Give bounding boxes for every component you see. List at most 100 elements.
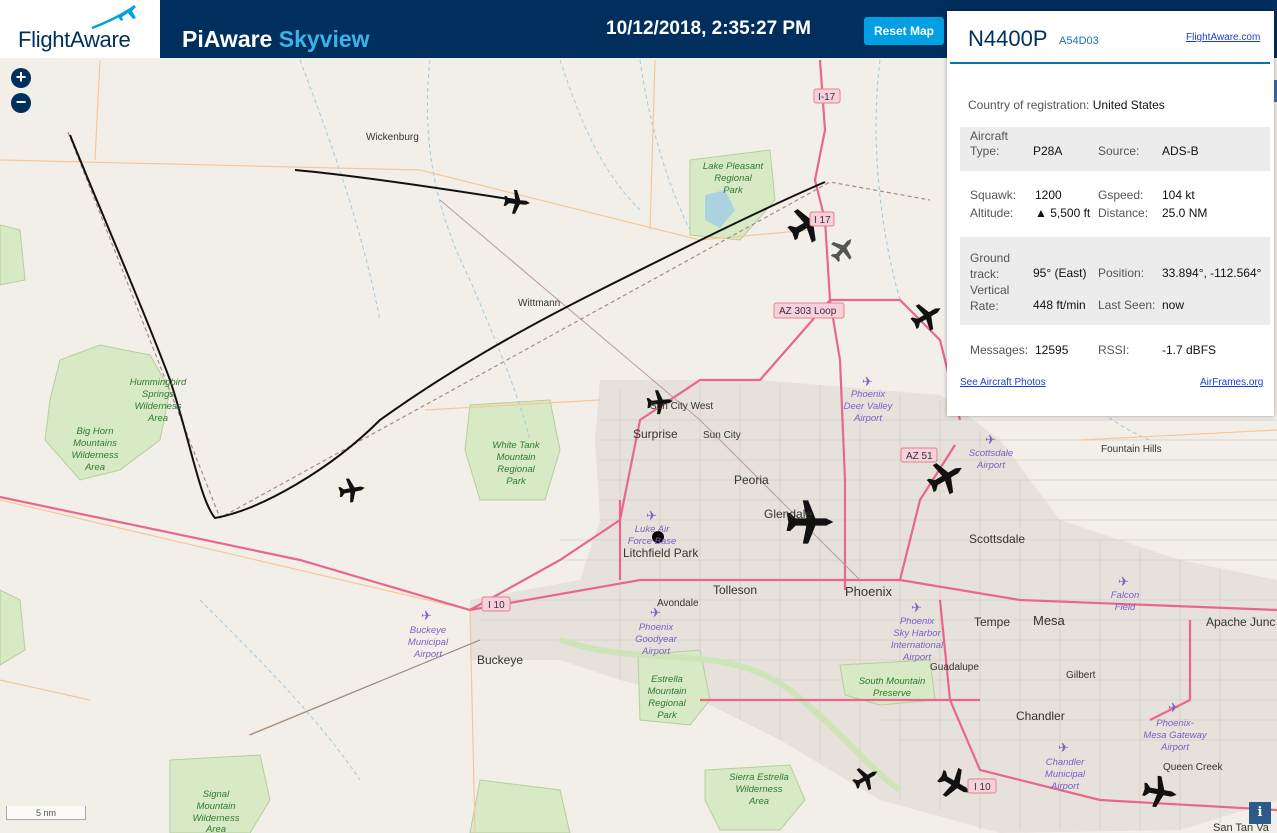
- airport-icon: ✈: [985, 432, 996, 447]
- track-label-1: Ground: [970, 251, 1011, 265]
- place-buckeye: Buckeye: [477, 653, 523, 667]
- panel-divider: [950, 62, 1270, 64]
- park-big-horn-2: Mountains: [73, 438, 117, 449]
- messages-value: 12595: [1035, 343, 1069, 357]
- place-avondale: Avondale: [657, 598, 699, 609]
- airport-mesa-gateway-2: Mesa Gateway: [1143, 730, 1208, 741]
- park-white-tank-1: White Tank: [492, 440, 540, 451]
- airport-goodyear-1: Phoenix: [639, 622, 675, 633]
- airport-deer-valley-1: Phoenix: [851, 389, 887, 400]
- airport-sky-harbor-4: Airport: [902, 652, 931, 663]
- squawk-value: 1200: [1035, 188, 1062, 202]
- airport-luke-2: Force Base: [628, 536, 677, 547]
- altitude-value: ▲ 5,500 ft: [1035, 206, 1091, 220]
- park-estrella-1: Estrella: [651, 674, 683, 685]
- park-signal-3: Wilderness: [193, 813, 240, 824]
- park-hummingbird-3: Wilderness: [135, 401, 182, 412]
- park-hummingbird-4: Area: [147, 413, 168, 424]
- airport-deer-valley-3: Airport: [853, 413, 882, 424]
- shield-i10-west: I 10: [488, 600, 505, 611]
- zoom-in-button[interactable]: +: [11, 68, 31, 88]
- scale-bar: 5 nm: [6, 806, 86, 820]
- vrate-label-2: Rate:: [970, 299, 999, 313]
- aircraft-icao: A54D03: [1059, 35, 1099, 47]
- place-apache-junction: Apache Junc: [1206, 615, 1275, 629]
- airport-chandler-3: Airport: [1050, 781, 1079, 792]
- place-surprise: Surprise: [633, 427, 678, 441]
- airport-sky-harbor-3: International: [891, 640, 944, 651]
- aircraft-type-value: P28A: [1033, 144, 1063, 158]
- park-south-mountain-1: South Mountain: [859, 676, 926, 687]
- place-peoria: Peoria: [734, 473, 769, 487]
- park-sierra-estrella-1: Sierra Estrella: [729, 772, 789, 783]
- shield-i17-south: I 17: [814, 215, 831, 226]
- zoom-out-button[interactable]: −: [11, 93, 31, 113]
- airport-goodyear-2: Goodyear: [635, 634, 678, 645]
- airport-falcon-2: Field: [1115, 602, 1136, 613]
- distance-value: 25.0 NM: [1162, 206, 1208, 220]
- place-fountain-hills: Fountain Hills: [1101, 444, 1162, 455]
- airport-buckeye-3: Airport: [413, 649, 442, 660]
- aircraft-photos-link[interactable]: See Aircraft Photos: [960, 377, 1046, 388]
- position-value: 33.894°, -112.564°: [1162, 266, 1262, 280]
- country-label: Country of registration:: [968, 98, 1090, 112]
- airport-goodyear-3: Airport: [641, 646, 670, 657]
- flightaware-link[interactable]: FlightAware.com: [1186, 32, 1260, 43]
- airport-luke-1: Luke Air: [635, 524, 670, 535]
- place-glendale: Glendale: [764, 507, 812, 521]
- airport-sky-harbor-2: Sky Harbor: [893, 628, 941, 639]
- place-litchfield-park: Litchfield Park: [623, 546, 699, 560]
- aircraft-callsign: N4400P: [968, 26, 1048, 51]
- park-big-horn-1: Big Horn: [77, 426, 114, 437]
- gspeed-label: Gspeed:: [1098, 188, 1144, 202]
- park-lake-pleasant-1: Lake Pleasant: [703, 161, 764, 172]
- shield-az303: AZ 303 Loop: [779, 306, 837, 317]
- app-title-accent: Skyview: [278, 26, 370, 52]
- place-mesa: Mesa: [1033, 613, 1066, 628]
- park-estrella-4: Park: [657, 710, 678, 721]
- airport-buckeye-2: Municipal: [408, 637, 449, 648]
- park-lake-pleasant-2: Regional: [714, 173, 752, 184]
- park-sierra-estrella-2: Wilderness: [736, 784, 783, 795]
- distance-label: Distance:: [1098, 206, 1149, 220]
- airport-sky-harbor-1: Phoenix: [900, 616, 936, 627]
- squawk-label: Squawk:: [970, 188, 1017, 202]
- country-value: United States: [1092, 98, 1165, 112]
- reset-map-button[interactable]: Reset Map: [864, 17, 944, 45]
- place-phoenix: Phoenix: [845, 584, 892, 599]
- aircraft-type-label-1: Aircraft: [970, 129, 1009, 143]
- aircraft-type-label: Aircraft Type:: [970, 129, 1008, 159]
- place-gilbert: Gilbert: [1066, 670, 1096, 681]
- place-tempe: Tempe: [974, 615, 1010, 629]
- park-signal-1: Signal: [203, 789, 230, 800]
- place-scottsdale: Scottsdale: [969, 532, 1025, 546]
- place-queen-creek: Queen Creek: [1163, 762, 1223, 773]
- park-signal-2: Mountain: [196, 801, 235, 812]
- place-tolleson: Tolleson: [713, 583, 757, 597]
- place-sun-city: Sun City: [703, 430, 741, 441]
- airport-icon: ✈: [1058, 740, 1069, 755]
- airport-icon: ✈: [862, 374, 873, 389]
- park-estrella-3: Regional: [648, 698, 686, 709]
- park-sierra-estrella-3: Area: [748, 796, 769, 807]
- aircraft-type-label-2: Type:: [970, 144, 1000, 158]
- airframes-link[interactable]: AirFrames.org: [1200, 377, 1263, 388]
- park-white-tank-3: Regional: [497, 464, 535, 475]
- park-big-horn-4: Area: [84, 462, 105, 473]
- airport-icon: ✈: [1118, 574, 1129, 589]
- park-big-horn-3: Wilderness: [72, 450, 119, 461]
- shield-az51: AZ 51: [906, 451, 933, 462]
- flightaware-logo[interactable]: FlightAware: [0, 0, 160, 58]
- park-hummingbird-2: Springs: [142, 389, 174, 400]
- vrate-label-1: Vertical: [970, 283, 1010, 297]
- gspeed-value: 104 kt: [1162, 188, 1195, 202]
- park-lake-pleasant-3: Park: [723, 185, 744, 196]
- airport-chandler-1: Chandler: [1046, 757, 1085, 768]
- rssi-value: -1.7 dBFS: [1162, 343, 1217, 357]
- place-wickenburg: Wickenburg: [366, 132, 419, 143]
- airport-icon: ✈: [646, 508, 657, 523]
- airport-buckeye-1: Buckeye: [410, 625, 446, 636]
- airport-chandler-2: Municipal: [1045, 769, 1086, 780]
- park-white-tank-4: Park: [506, 476, 527, 487]
- info-button[interactable]: i: [1249, 802, 1271, 824]
